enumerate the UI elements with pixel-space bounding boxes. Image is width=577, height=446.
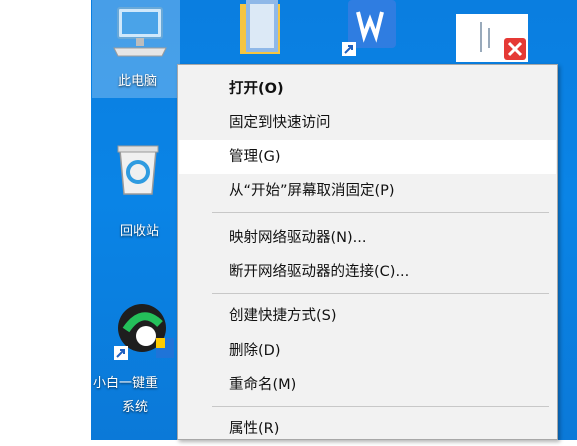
menu-item-manage[interactable]: 管理(G) [179, 140, 556, 174]
menu-item-pin-quick-access[interactable]: 固定到快速访问 [179, 106, 556, 140]
computer-icon[interactable] [110, 6, 170, 60]
menu-separator [212, 212, 549, 213]
menu-item-rename[interactable]: 重命名(M) [179, 368, 556, 402]
menu-item-delete[interactable]: 删除(D) [179, 334, 556, 368]
context-menu: 打开(O) 固定到快速访问 管理(G) 从“开始”屏幕取消固定(P) 映射网络驱… [177, 64, 558, 440]
desktop-icon-label: 此电脑 [118, 74, 158, 89]
menu-separator [212, 406, 549, 407]
menu-item-disconnect-network-drive[interactable]: 断开网络驱动器的连接(C)... [179, 255, 556, 289]
desktop-icon-label: 小白一键重 [93, 376, 159, 391]
recycle-bin-icon[interactable] [114, 140, 162, 196]
menu-item-create-shortcut[interactable]: 创建快捷方式(S) [179, 299, 556, 333]
folder-icon[interactable] [236, 0, 288, 58]
menu-item-properties[interactable]: 属性(R) [179, 412, 556, 446]
desktop-icon-label: 回收站 [120, 224, 160, 239]
document-error-icon[interactable] [456, 14, 528, 62]
menu-separator [212, 293, 549, 294]
menu-item-map-network-drive[interactable]: 映射网络驱动器(N)... [179, 221, 556, 255]
menu-item-unpin-start[interactable]: 从“开始”屏幕取消固定(P) [179, 174, 556, 208]
desktop-icon-label: 系统 [122, 400, 149, 415]
xiaobai-app-icon[interactable] [112, 300, 176, 362]
wps-writer-icon[interactable] [342, 0, 398, 58]
menu-item-open[interactable]: 打开(O) [179, 72, 556, 106]
